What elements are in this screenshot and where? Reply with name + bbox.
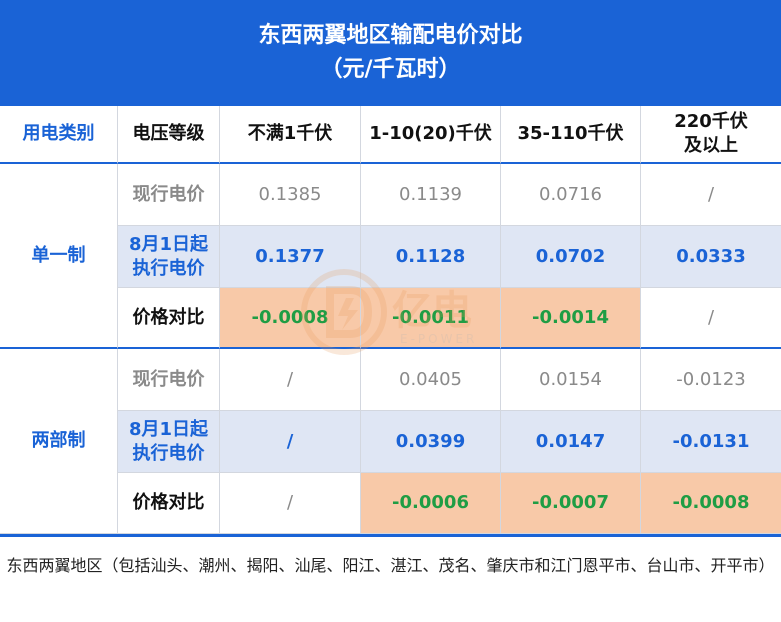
table-cell: -0.0008 [220,288,361,349]
col-header-220kv-above: 220千伏 及以上 [641,106,781,164]
table-cell: 0.0154 [501,349,641,411]
footnote: 东西两翼地区（包括汕头、潮州、揭阳、汕尾、阳江、湛江、茂名、肇庆市和江门恩平市、… [0,534,781,622]
category-two-part: 两部制 [0,349,118,534]
table-cell: / [220,349,361,411]
page-subtitle: （元/千瓦时） [320,57,461,82]
col-header-voltage: 电压等级 [118,106,220,164]
table-cell: -0.0123 [641,349,781,411]
table-cell: / [220,473,361,534]
table-cell: -0.0131 [641,411,781,473]
page-title: 东西两翼地区输配电价对比 [258,23,523,48]
price-table: 用电类别 电压等级 不满1千伏 1-10(20)千伏 35-110千伏 220千… [0,106,781,534]
row-label-new: 8月1日起 执行电价 [118,226,220,288]
table-cell: 0.0405 [361,349,501,411]
col-header-under-1kv: 不满1千伏 [220,106,361,164]
table-cell: / [641,288,781,349]
table-cell: 0.1128 [361,226,501,288]
table-cell: 0.0702 [501,226,641,288]
col-header-1-10kv: 1-10(20)千伏 [361,106,501,164]
table-cell: 0.0716 [501,164,641,226]
table-cell: -0.0008 [641,473,781,534]
table-cell: / [220,411,361,473]
table-cell: 0.1377 [220,226,361,288]
table-cell: -0.0006 [361,473,501,534]
row-label-current: 现行电价 [118,349,220,411]
table-cell: 0.1385 [220,164,361,226]
table-cell: / [641,164,781,226]
row-label-diff: 价格对比 [118,288,220,349]
table-cell: -0.0011 [361,288,501,349]
page-header: 东西两翼地区输配电价对比 （元/千瓦时） [0,0,781,106]
table-cell: 0.0399 [361,411,501,473]
table-cell: 0.0333 [641,226,781,288]
table-cell: -0.0007 [501,473,641,534]
col-header-category: 用电类别 [0,106,118,164]
table-cell: -0.0014 [501,288,641,349]
table-cell: 0.1139 [361,164,501,226]
category-single-rate: 单一制 [0,164,118,349]
table-cell: 0.0147 [501,411,641,473]
row-label-current: 现行电价 [118,164,220,226]
row-label-diff: 价格对比 [118,473,220,534]
row-label-new: 8月1日起 执行电价 [118,411,220,473]
col-header-35-110kv: 35-110千伏 [501,106,641,164]
